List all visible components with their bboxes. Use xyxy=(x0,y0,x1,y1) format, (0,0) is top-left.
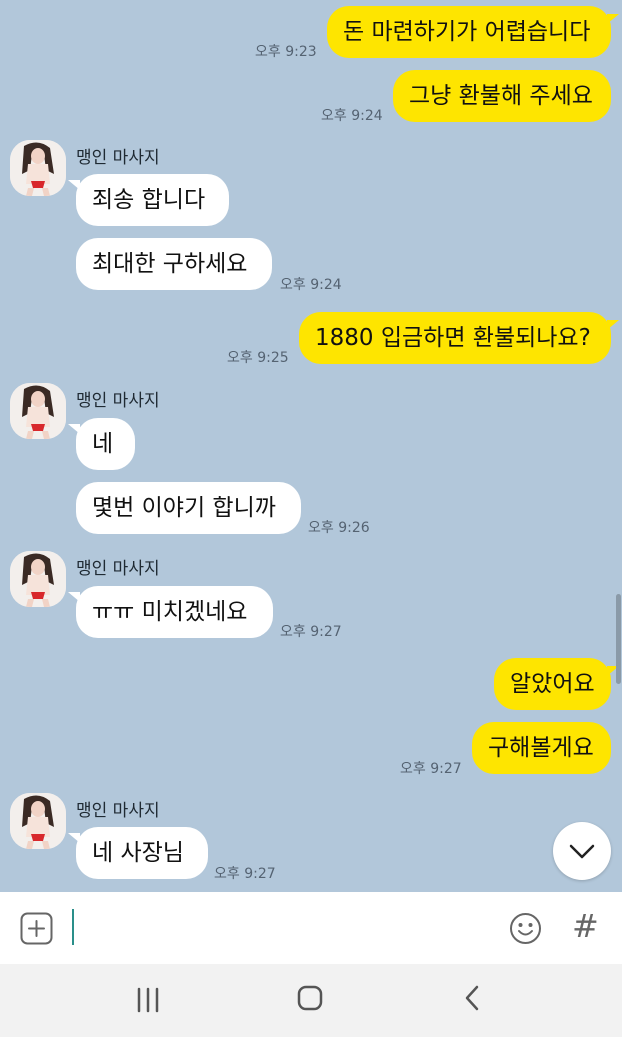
message-bubble-received[interactable]: ㅠㅠ 미치겠네요 xyxy=(76,586,273,638)
avatar[interactable] xyxy=(10,140,66,196)
message-bubble-sent[interactable]: 돈 마련하기가 어렵습니다 xyxy=(327,6,611,58)
home-icon[interactable] xyxy=(295,983,325,1013)
avatar[interactable] xyxy=(10,793,66,849)
message-bubble-received[interactable]: 네 사장님 xyxy=(76,827,208,879)
sender-name: 맹인 마사지 xyxy=(76,148,160,168)
message-bubble-sent[interactable]: 알았어요 xyxy=(494,658,611,710)
text-cursor xyxy=(72,909,74,945)
bubble-tail xyxy=(607,320,619,330)
sender-name: 맹인 마사지 xyxy=(76,391,160,411)
message-time: 오후 9:25 xyxy=(227,350,289,366)
message-bubble-sent[interactable]: 구해볼게요 xyxy=(472,722,611,774)
message-time: 오후 9:24 xyxy=(280,277,342,293)
bubble-tail xyxy=(607,14,619,24)
hashtag-button[interactable]: # xyxy=(572,906,599,946)
avatar[interactable] xyxy=(10,551,66,607)
sender-name: 맹인 마사지 xyxy=(76,559,160,579)
chat-area[interactable]: 오후 9:23 돈 마련하기가 어렵습니다 오후 9:24 그냥 환불해 주세요… xyxy=(0,0,622,892)
message-bubble-sent[interactable]: 그냥 환불해 주세요 xyxy=(393,70,611,122)
message-time: 오후 9:26 xyxy=(308,520,370,536)
message-time: 오후 9:27 xyxy=(214,866,276,882)
message-bubble-received[interactable]: 죄송 합니다 xyxy=(76,174,229,226)
message-bubble-received[interactable]: 몇번 이야기 합니까 xyxy=(76,482,301,534)
scrollbar[interactable] xyxy=(616,594,621,684)
plus-square-icon[interactable] xyxy=(20,912,53,945)
message-bubble-sent[interactable]: 1880 입금하면 환불되나요? xyxy=(299,312,611,364)
message-input-bar: # xyxy=(0,892,622,964)
recent-apps-icon[interactable] xyxy=(133,985,163,1015)
message-time: 오후 9:23 xyxy=(255,44,317,60)
back-icon[interactable] xyxy=(458,983,488,1013)
system-navigation-bar xyxy=(0,964,622,1037)
smiley-icon[interactable] xyxy=(509,912,542,945)
sender-name: 맹인 마사지 xyxy=(76,801,160,821)
scroll-down-button[interactable] xyxy=(553,822,611,880)
message-input[interactable] xyxy=(66,902,486,954)
avatar[interactable] xyxy=(10,383,66,439)
message-time: 오후 9:24 xyxy=(321,108,383,124)
message-bubble-received[interactable]: 네 xyxy=(76,418,135,470)
message-bubble-received[interactable]: 최대한 구하세요 xyxy=(76,238,272,290)
chevron-down-icon xyxy=(569,844,595,859)
message-time: 오후 9:27 xyxy=(400,761,462,777)
message-time: 오후 9:27 xyxy=(280,624,342,640)
